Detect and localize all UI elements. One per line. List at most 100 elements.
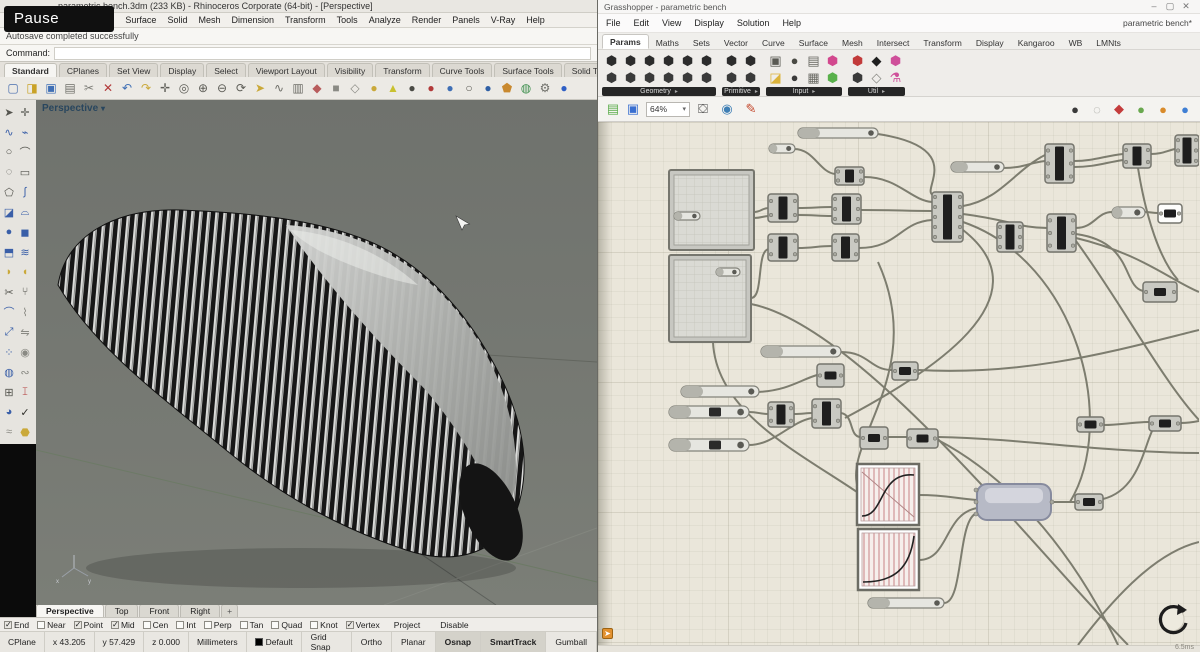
gh-wire[interactable] xyxy=(1076,238,1199,292)
status-toggle-button[interactable]: SmartTrack xyxy=(481,632,546,652)
chamfer-icon[interactable]: ◖ xyxy=(17,262,33,282)
toolbar-tab[interactable]: Transform xyxy=(375,63,429,77)
curve-param-icon[interactable]: ⬢ xyxy=(621,52,640,69)
circle-icon[interactable]: ○ xyxy=(1,142,17,162)
sphere-icon[interactable]: ● xyxy=(1,222,17,242)
globe-icon[interactable]: ◍ xyxy=(517,79,535,97)
menu-item[interactable]: Analyze xyxy=(369,15,401,25)
osnap-toggle[interactable]: End xyxy=(4,620,29,630)
check-icon[interactable]: ✓ xyxy=(17,402,33,422)
gh-menu-item[interactable]: View xyxy=(662,18,681,28)
draw-icons-icon[interactable]: ✎ xyxy=(742,100,760,118)
geometry-param-icon[interactable]: ⬢ xyxy=(697,52,716,69)
new-definition-icon[interactable]: ▤ xyxy=(604,100,622,118)
surface-param-icon[interactable]: ⬢ xyxy=(640,52,659,69)
status-cell[interactable]: z 0.000 xyxy=(144,632,189,652)
surface-icon[interactable]: ◪ xyxy=(1,202,17,222)
gh-wire[interactable] xyxy=(754,216,769,218)
gh-node-hcomp[interactable] xyxy=(907,429,938,448)
pointer-icon[interactable]: ➤ xyxy=(1,102,17,122)
pause-overlay-badge[interactable]: Pause xyxy=(4,6,114,32)
viewport-tab[interactable]: Top xyxy=(105,604,139,617)
brep-param-icon[interactable]: ⬢ xyxy=(659,52,678,69)
osnap-toggle[interactable]: Cen xyxy=(143,620,169,630)
print-icon[interactable]: ▤ xyxy=(61,79,79,97)
polyline-icon[interactable]: ∿ xyxy=(1,122,17,142)
sun-icon[interactable]: ⬟ xyxy=(498,79,516,97)
pan-icon[interactable]: ✛ xyxy=(156,79,174,97)
trim-icon[interactable]: ✂ xyxy=(1,282,17,302)
gh-wire[interactable] xyxy=(1076,212,1112,228)
box-param-icon[interactable]: ⬢ xyxy=(678,69,697,86)
gh-node-comp[interactable] xyxy=(768,234,798,261)
viewport-tab[interactable]: Right xyxy=(180,604,220,617)
toolbar-tab[interactable]: Set View xyxy=(109,63,158,77)
osnap-toggle[interactable]: Mid xyxy=(111,620,135,630)
gh-wire[interactable] xyxy=(944,513,977,603)
selected-preview-icon[interactable]: ● xyxy=(1176,100,1194,118)
osnap-checkbox[interactable] xyxy=(37,621,45,629)
osnap-checkbox[interactable] xyxy=(204,621,212,629)
only-draw-icon[interactable]: ● xyxy=(1132,100,1150,118)
gh-node-hcomp[interactable] xyxy=(892,362,918,380)
gh-wire[interactable] xyxy=(919,508,977,560)
gh-tab[interactable]: Maths xyxy=(649,36,686,49)
status-toggle-button[interactable]: Grid Snap xyxy=(302,632,352,652)
gh-node-gmapper[interactable] xyxy=(857,464,919,525)
osnap-toggle[interactable]: Knot xyxy=(310,620,338,630)
vector-param-icon[interactable]: ⬢ xyxy=(602,69,621,86)
delete-icon[interactable]: ✕ xyxy=(99,79,117,97)
toolbar-tab[interactable]: Surface Tools xyxy=(494,63,561,77)
gh-menu-item[interactable]: Solution xyxy=(737,18,770,28)
gh-node-hcomp[interactable] xyxy=(817,364,844,387)
text-param-icon[interactable]: ⬢ xyxy=(741,69,760,86)
status-toggle-button[interactable]: Ortho xyxy=(352,632,392,652)
gh-node-comp[interactable] xyxy=(812,399,841,428)
gh-node-slider[interactable] xyxy=(716,268,740,276)
new-file-icon[interactable]: ▢ xyxy=(4,79,22,97)
gh-wire[interactable] xyxy=(1145,212,1158,213)
osnap-toggle[interactable]: Point xyxy=(74,620,103,630)
status-toggle-button[interactable]: Planar xyxy=(392,632,436,652)
cherry-picker-icon[interactable]: ⬢ xyxy=(848,52,867,69)
layers-icon[interactable]: ▥ xyxy=(289,79,307,97)
data-dam-icon[interactable]: ◆ xyxy=(867,52,886,69)
mirror-icon[interactable]: ⇋ xyxy=(17,322,33,342)
sphere-blue-icon[interactable]: ● xyxy=(441,79,459,97)
bone-icon[interactable]: ⌇ xyxy=(17,302,33,322)
gh-node-cluster[interactable] xyxy=(974,484,1054,520)
point-param-icon[interactable]: ⬢ xyxy=(602,52,621,69)
toggle-icon[interactable]: ● xyxy=(785,69,804,86)
gh-node-comp[interactable] xyxy=(1045,144,1074,183)
gh-wire[interactable] xyxy=(864,177,932,202)
gh-wire[interactable] xyxy=(798,207,832,208)
osnap-toggle[interactable]: Tan xyxy=(240,620,264,630)
zoom-icon[interactable]: ◎ xyxy=(175,79,193,97)
viewport-tab[interactable]: Perspective xyxy=(36,604,104,617)
gh-node-panel[interactable] xyxy=(669,170,754,250)
toolbar-tab[interactable]: Visibility xyxy=(327,63,374,77)
group-param-icon[interactable]: ⬢ xyxy=(697,69,716,86)
gh-tab[interactable]: Display xyxy=(969,36,1011,49)
select-icon[interactable]: ➤ xyxy=(251,79,269,97)
number-param-icon[interactable]: ⬢ xyxy=(722,69,741,86)
gh-wire[interactable] xyxy=(861,210,932,211)
gh-wire[interactable] xyxy=(1076,234,1143,291)
command-input[interactable] xyxy=(54,47,591,60)
osnap-checkbox[interactable] xyxy=(240,621,248,629)
gh-menu-item[interactable]: File xyxy=(606,18,621,28)
preview-shaded-icon[interactable]: ◆ xyxy=(1110,100,1128,118)
status-cell[interactable]: Default xyxy=(247,632,302,652)
lock-icon[interactable]: ■ xyxy=(327,79,345,97)
osnap-toggle[interactable]: Quad xyxy=(271,620,302,630)
gh-wire[interactable] xyxy=(878,134,934,195)
osnap-disable-button[interactable]: Disable xyxy=(434,620,474,630)
gh-wire[interactable] xyxy=(859,220,932,248)
split-icon[interactable]: ⑂ xyxy=(17,282,33,302)
viewport-tab[interactable]: Front xyxy=(139,604,179,617)
gh-menu-item[interactable]: Edit xyxy=(634,18,650,28)
gh-node-comp[interactable] xyxy=(768,194,798,222)
canvas-corner-icon[interactable]: ➤ xyxy=(602,628,613,639)
gh-node-hcomp[interactable] xyxy=(1075,494,1103,510)
cluster-icon[interactable]: ⬢ xyxy=(886,52,905,69)
